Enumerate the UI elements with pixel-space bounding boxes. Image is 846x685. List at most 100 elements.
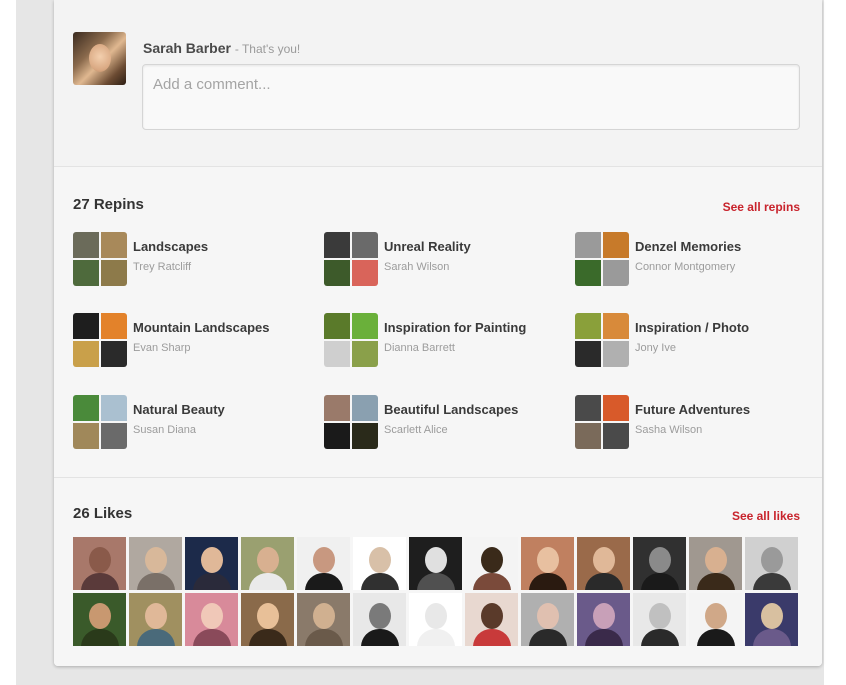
liker-silhouette-head — [649, 603, 671, 629]
liker-silhouette-head — [593, 547, 615, 573]
liker-silhouette-head — [425, 603, 447, 629]
board-thumbnails — [73, 232, 127, 286]
board-name[interactable]: Landscapes — [133, 239, 208, 254]
likers-grid — [73, 537, 805, 646]
board-name[interactable]: Inspiration for Painting — [384, 320, 526, 335]
repin-board[interactable]: Inspiration for Painting Dianna Barrett — [324, 313, 564, 369]
board-thumbnail — [324, 341, 350, 367]
liker-avatar[interactable] — [353, 537, 406, 590]
repin-board[interactable]: Inspiration / Photo Jony Ive — [575, 313, 815, 369]
board-owner[interactable]: Evan Sharp — [133, 342, 190, 354]
liker-avatar[interactable] — [465, 537, 518, 590]
likes-section: 26 Likes See all likes — [54, 478, 822, 666]
repin-board[interactable]: Landscapes Trey Ratcliff — [73, 232, 313, 288]
liker-silhouette-head — [705, 603, 727, 629]
repin-board[interactable]: Unreal Reality Sarah Wilson — [324, 232, 564, 288]
board-owner[interactable]: Sasha Wilson — [635, 424, 702, 436]
board-thumbnail — [101, 395, 127, 421]
board-thumbnail — [73, 341, 99, 367]
liker-silhouette-head — [201, 603, 223, 629]
board-owner[interactable]: Scarlett Alice — [384, 424, 448, 436]
liker-avatar[interactable] — [185, 537, 238, 590]
liker-silhouette-head — [369, 603, 391, 629]
board-name[interactable]: Unreal Reality — [384, 239, 471, 254]
liker-avatar[interactable] — [297, 593, 350, 646]
board-owner[interactable]: Dianna Barrett — [384, 342, 455, 354]
liker-avatar[interactable] — [129, 593, 182, 646]
repin-board[interactable]: Natural Beauty Susan Diana — [73, 395, 313, 451]
liker-avatar[interactable] — [633, 537, 686, 590]
repin-board[interactable]: Mountain Landscapes Evan Sharp — [73, 313, 313, 369]
liker-avatar[interactable] — [689, 593, 742, 646]
board-owner[interactable]: Sarah Wilson — [384, 261, 449, 273]
board-thumbnails — [73, 395, 127, 449]
board-name[interactable]: Natural Beauty — [133, 402, 225, 417]
liker-avatar[interactable] — [521, 537, 574, 590]
board-name[interactable]: Denzel Memories — [635, 239, 741, 254]
board-thumbnail — [603, 313, 629, 339]
board-owner[interactable]: Jony Ive — [635, 342, 676, 354]
see-all-repins-link[interactable]: See all repins — [723, 200, 800, 214]
board-owner[interactable]: Connor Montgomery — [635, 261, 735, 273]
liker-avatar[interactable] — [73, 593, 126, 646]
board-name[interactable]: Inspiration / Photo — [635, 320, 749, 335]
liker-avatar[interactable] — [409, 537, 462, 590]
board-thumbnails — [324, 232, 378, 286]
board-thumbnail — [101, 260, 127, 286]
user-avatar[interactable] — [73, 32, 126, 85]
board-thumbnail — [324, 423, 350, 449]
liker-avatar[interactable] — [73, 537, 126, 590]
board-thumbnail — [324, 232, 350, 258]
board-owner[interactable]: Susan Diana — [133, 424, 196, 436]
board-thumbnail — [575, 260, 601, 286]
liker-avatar[interactable] — [129, 537, 182, 590]
liker-avatar[interactable] — [577, 537, 630, 590]
liker-avatar[interactable] — [577, 593, 630, 646]
liker-avatar[interactable] — [633, 593, 686, 646]
liker-avatar[interactable] — [185, 593, 238, 646]
board-thumbnail — [352, 313, 378, 339]
liker-avatar[interactable] — [465, 593, 518, 646]
liker-avatar[interactable] — [521, 593, 574, 646]
board-name[interactable]: Mountain Landscapes — [133, 320, 270, 335]
avatar-face — [89, 44, 111, 72]
repin-board[interactable]: Future Adventures Sasha Wilson — [575, 395, 815, 451]
board-thumbnails — [575, 313, 629, 367]
liker-silhouette-head — [313, 603, 335, 629]
liker-avatar[interactable] — [745, 593, 798, 646]
liker-avatar[interactable] — [689, 537, 742, 590]
liker-silhouette-head — [145, 547, 167, 573]
liker-avatar[interactable] — [745, 537, 798, 590]
liker-silhouette-body — [305, 573, 343, 590]
board-thumbnails — [324, 395, 378, 449]
comment-input[interactable] — [142, 64, 800, 130]
liker-silhouette-head — [257, 603, 279, 629]
liker-silhouette-head — [537, 603, 559, 629]
board-thumbnail — [101, 341, 127, 367]
board-name[interactable]: Future Adventures — [635, 402, 750, 417]
liker-silhouette-body — [361, 573, 399, 590]
liker-avatar[interactable] — [409, 593, 462, 646]
repin-board[interactable]: Denzel Memories Connor Montgomery — [575, 232, 815, 288]
repin-board[interactable]: Beautiful Landscapes Scarlett Alice — [324, 395, 564, 451]
liker-silhouette-head — [761, 603, 783, 629]
liker-silhouette-head — [201, 547, 223, 573]
liker-silhouette-body — [529, 573, 567, 590]
liker-avatar[interactable] — [241, 537, 294, 590]
liker-avatar[interactable] — [297, 537, 350, 590]
user-name[interactable]: Sarah Barber — [143, 40, 231, 56]
board-thumbnail — [352, 232, 378, 258]
liker-silhouette-body — [641, 573, 679, 590]
board-owner[interactable]: Trey Ratcliff — [133, 261, 191, 273]
liker-silhouette-head — [425, 547, 447, 573]
board-thumbnail — [324, 313, 350, 339]
board-thumbnail — [352, 260, 378, 286]
board-name[interactable]: Beautiful Landscapes — [384, 402, 518, 417]
see-all-likes-link[interactable]: See all likes — [732, 509, 800, 523]
board-thumbnail — [575, 232, 601, 258]
board-thumbnail — [603, 232, 629, 258]
liker-silhouette-head — [369, 547, 391, 573]
page-background-left — [0, 0, 16, 685]
liker-avatar[interactable] — [241, 593, 294, 646]
liker-avatar[interactable] — [353, 593, 406, 646]
